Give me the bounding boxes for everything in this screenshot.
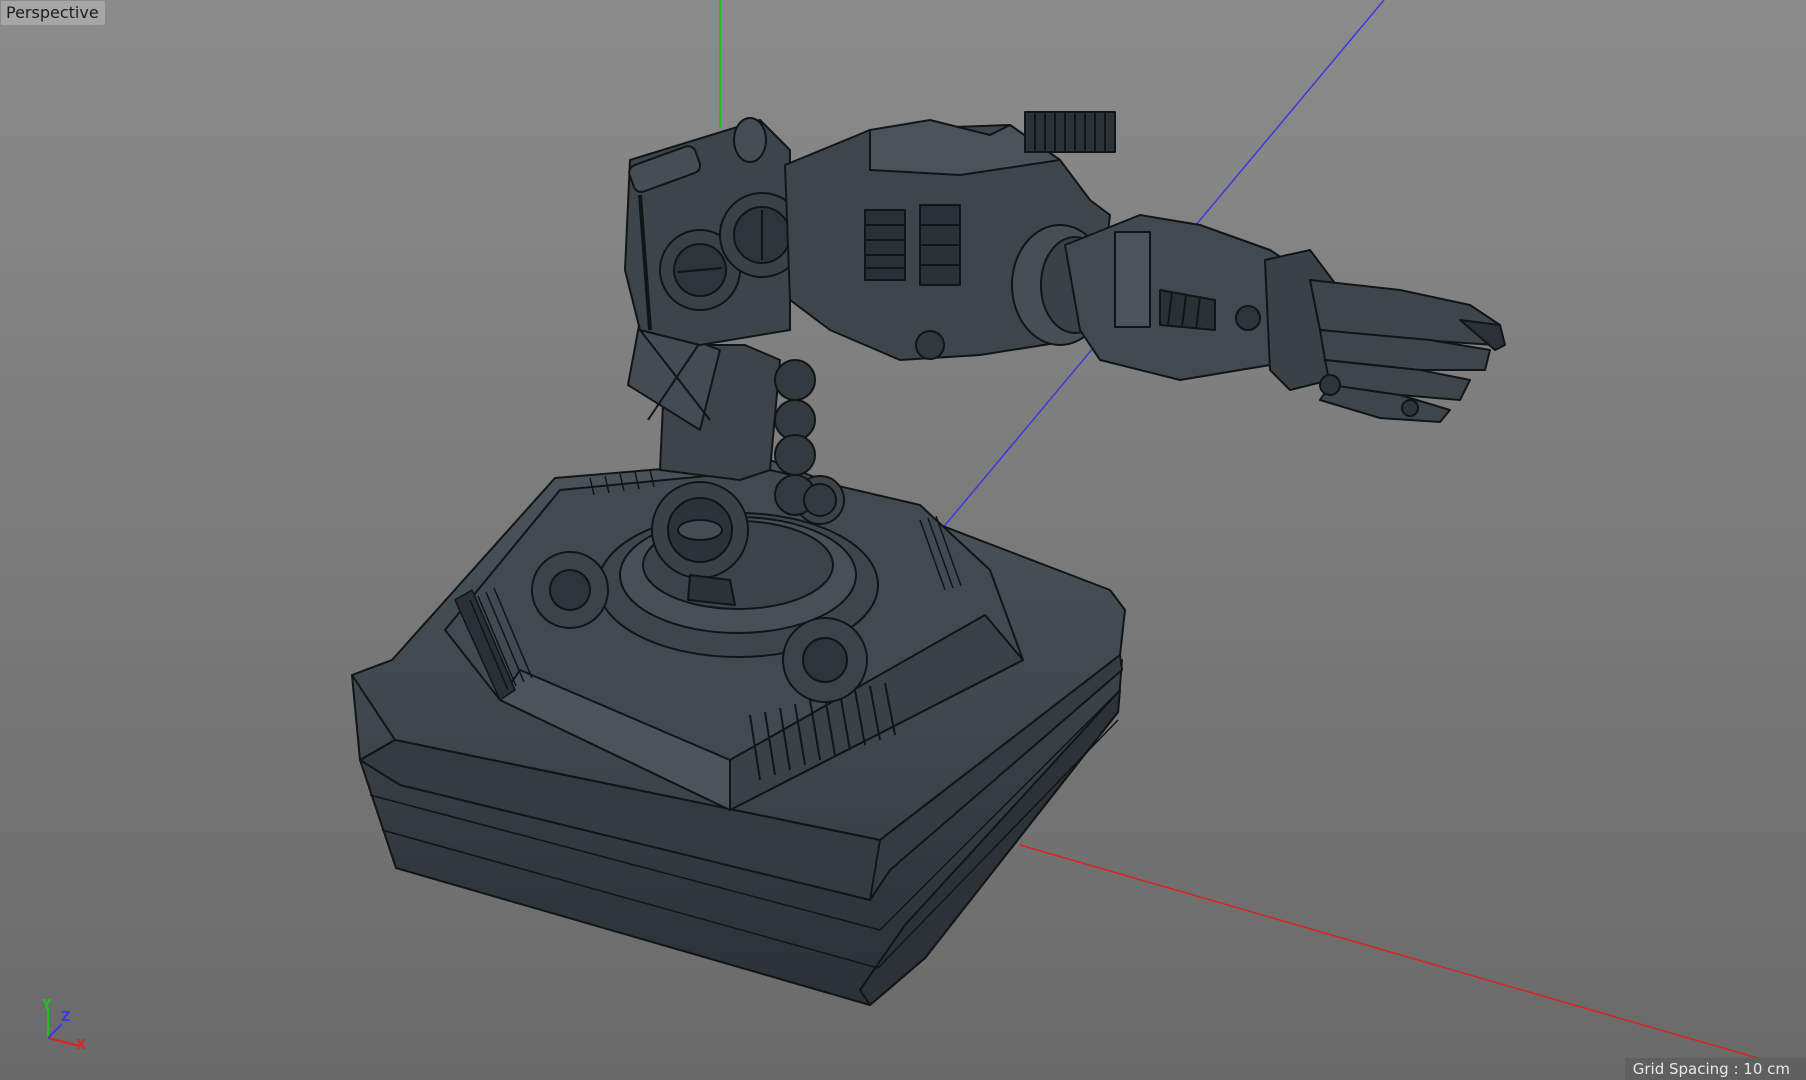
tower-bracket <box>687 574 736 606</box>
x-axis-line <box>1019 844 1806 1073</box>
scene-canvas[interactable] <box>0 0 1806 1080</box>
robot-hand <box>1309 279 1506 423</box>
gizmo-x-label: X <box>76 1038 87 1053</box>
arm-bolt <box>915 330 945 360</box>
gizmo-z-line <box>47 1023 63 1039</box>
robot-arm[interactable] <box>784 111 1506 423</box>
axis-orientation-gizmo <box>47 1008 81 1047</box>
gizmo-y-label: Y <box>42 998 52 1013</box>
gizmo-z-label: Z <box>61 1010 71 1025</box>
forearm-bolt <box>1235 305 1261 331</box>
viewport-view-label[interactable]: Perspective <box>1 1 105 25</box>
arm-panel-vents-1 <box>864 209 906 281</box>
tower-gear-stack <box>774 359 837 517</box>
grid-spacing-readout: Grid Spacing : 10 cm <box>1624 1058 1806 1080</box>
viewport-perspective[interactable]: Perspective Y Z X Grid Spacing : 10 cm <box>0 0 1806 1080</box>
arm-heatsink <box>1024 111 1116 153</box>
